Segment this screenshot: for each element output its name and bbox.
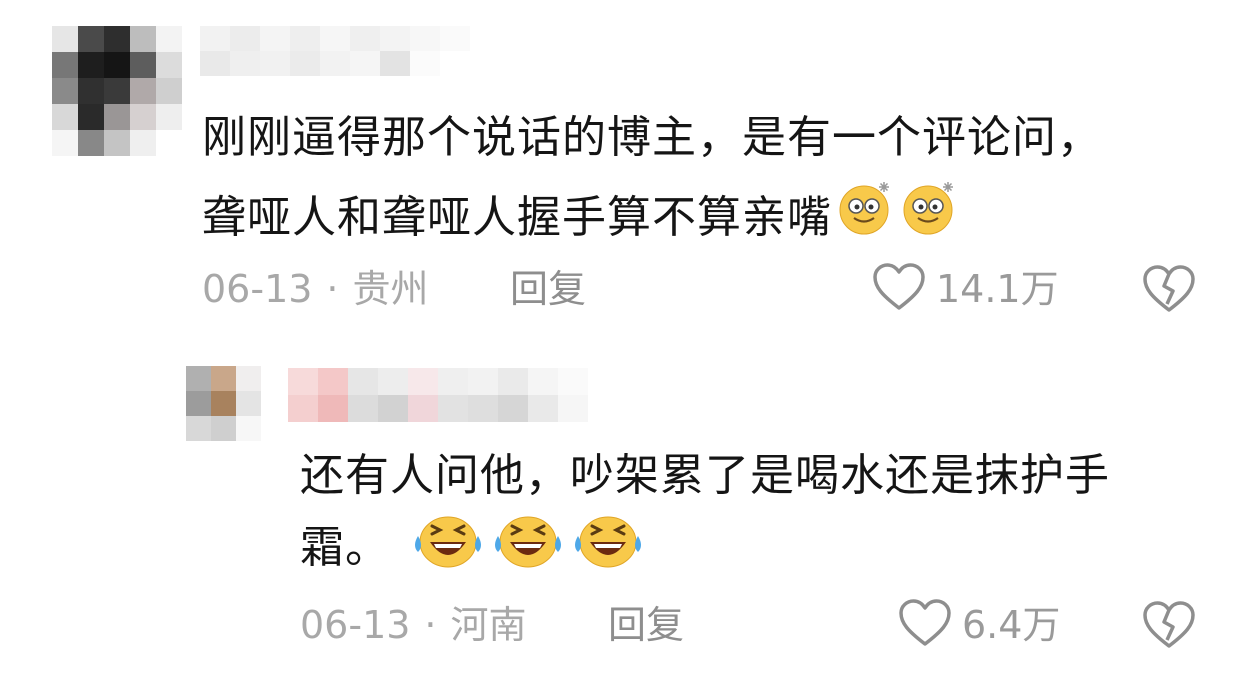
like-button[interactable]: 6.4万 [898,598,1060,652]
broken-heart-icon[interactable] [1142,264,1196,318]
comment-meta: 06-13 · 河南 [300,602,527,648]
heart-icon [872,262,926,316]
username[interactable] [288,368,588,422]
meta-separator: · [326,267,339,311]
comment-text-line1: 还有人问他，吵架累了是喝水还是抹护手 [300,450,1110,501]
comment-text-line2: 聋哑人和聋哑人握手算不算亲嘴 [202,178,960,256]
reply-button[interactable]: 回复 [510,266,586,312]
like-button[interactable]: 14.1万 [872,262,1059,316]
dizzy-face-icon [836,178,896,256]
comment-location: 河南 [450,603,527,647]
dizzy-face-icon [900,178,960,256]
laughing-crying-icon [570,512,646,586]
avatar[interactable] [186,366,262,442]
comment-date: 06-13 [300,603,411,647]
broken-heart-icon[interactable] [1142,600,1196,654]
reply-button[interactable]: 回复 [608,602,684,648]
comment-text-line2: 霜。 [300,512,646,586]
comment-date: 06-13 [202,267,313,311]
meta-separator: · [424,603,437,647]
like-count: 6.4万 [962,603,1061,647]
comment-meta: 06-13 · 贵州 [202,266,429,312]
comment-text-line2-content: 霜。 [300,522,390,573]
comment-location: 贵州 [352,267,429,311]
comment-text-line2-content: 聋哑人和聋哑人握手算不算亲嘴 [202,192,832,243]
like-count: 14.1万 [936,267,1059,311]
comment-text-line1: 刚刚逼得那个说话的博主，是有一个评论问， [202,112,1102,163]
username[interactable] [200,26,470,76]
avatar[interactable] [52,26,182,156]
laughing-crying-icon [410,512,486,586]
laughing-crying-icon [490,512,566,586]
heart-icon [898,598,952,652]
